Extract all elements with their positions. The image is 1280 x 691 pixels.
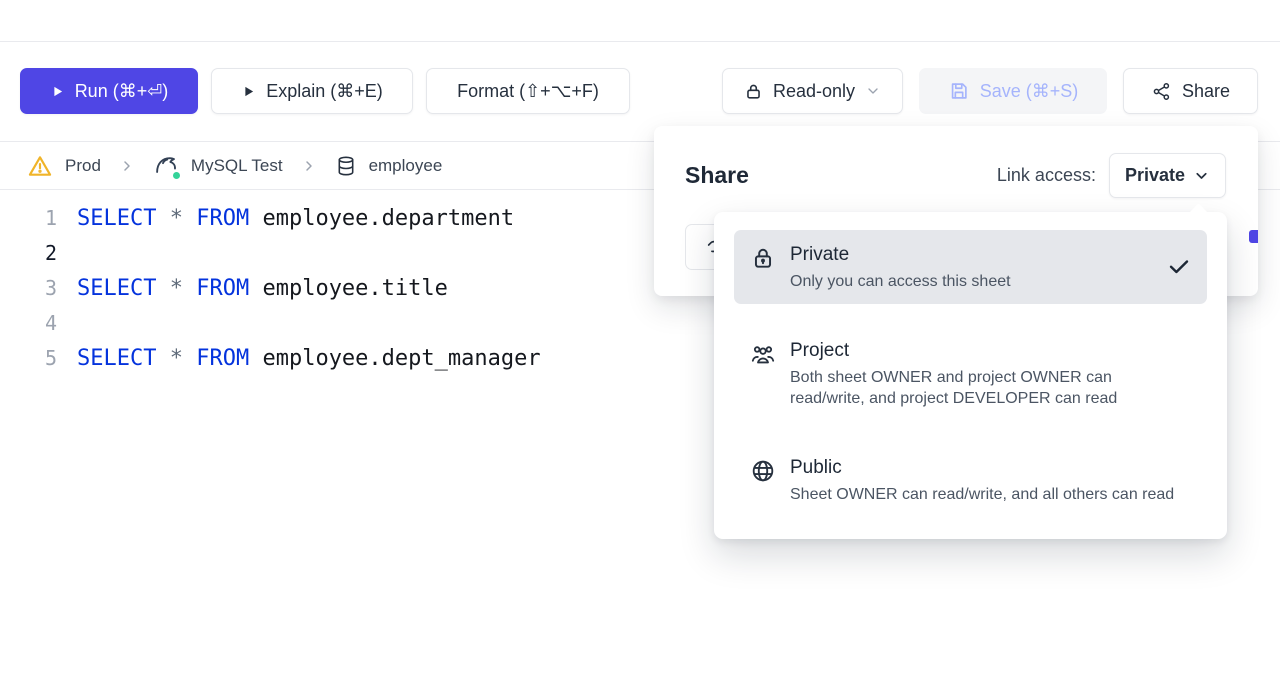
chevron-right-icon (119, 158, 135, 174)
access-option-public[interactable]: Public Sheet OWNER can read/write, and al… (734, 443, 1207, 517)
lock-icon (744, 82, 763, 101)
option-title: Public (790, 455, 1174, 480)
share-popover-title: Share (685, 162, 749, 189)
run-button-label: Run (⌘+⏎) (75, 81, 169, 102)
save-button-label: Save (⌘+S) (980, 81, 1079, 102)
line-number: 5 (0, 341, 57, 376)
environment-label: Prod (65, 156, 101, 176)
menu-options: Private Only you can access this sheet Pro… (734, 230, 1207, 517)
code-text: SELECT * FROM employee.department (77, 201, 514, 236)
toolbar-left-group: Run (⌘+⏎) Explain (⌘+E) Format (⇧+⌥+F) (20, 68, 630, 114)
line-number: 4 (0, 306, 57, 341)
breadcrumb-environment[interactable]: Prod (27, 153, 101, 179)
breadcrumb-instance[interactable]: MySQL Test (153, 153, 283, 179)
lock-icon (750, 245, 776, 271)
window-top-strip (0, 0, 1280, 42)
code-text: SELECT * FROM employee.title (77, 271, 448, 306)
link-access-value: Private (1125, 165, 1185, 186)
option-description: Only you can access this sheet (790, 271, 1011, 292)
toolbar-right-group: Read-only Save (⌘+S) Share (722, 68, 1258, 114)
breadcrumb-database[interactable]: employee (335, 155, 443, 177)
share-popover-header: Share Link access: Private (654, 126, 1258, 198)
link-access-label: Link access: (997, 165, 1096, 186)
instance-label: MySQL Test (191, 156, 283, 176)
option-description: Sheet OWNER can read/write, and all othe… (790, 484, 1174, 505)
readonly-label: Read-only (773, 81, 855, 102)
format-button-label: Format (⇧+⌥+F) (457, 81, 599, 102)
mysql-icon (153, 153, 179, 179)
option-body: Private Only you can access this sheet (790, 242, 1011, 292)
share-button[interactable]: Share (1123, 68, 1258, 114)
option-title: Private (790, 242, 1011, 267)
chevron-down-icon (1193, 167, 1210, 184)
option-body: Public Sheet OWNER can read/write, and al… (790, 455, 1174, 505)
explain-button[interactable]: Explain (⌘+E) (211, 68, 413, 114)
users-icon (750, 341, 776, 367)
share-nodes-icon (1151, 81, 1172, 102)
readonly-mode-dropdown[interactable]: Read-only (722, 68, 903, 114)
link-access-menu: Private Only you can access this sheet Pro… (714, 212, 1227, 539)
copy-button-edge[interactable] (1249, 230, 1258, 243)
warning-triangle-icon (27, 153, 53, 179)
option-title: Project (790, 338, 1175, 363)
option-description: Both sheet OWNER and project OWNER can r… (790, 367, 1175, 409)
database-icon (335, 155, 357, 177)
format-button[interactable]: Format (⇧+⌥+F) (426, 68, 630, 114)
connection-status-dot (171, 170, 182, 181)
save-icon (948, 80, 970, 102)
chevron-right-icon (301, 158, 317, 174)
chevron-down-icon (865, 83, 881, 99)
database-label: employee (369, 156, 443, 176)
play-icon (50, 84, 65, 99)
access-option-private[interactable]: Private Only you can access this sheet (734, 230, 1207, 304)
link-access-dropdown[interactable]: Private (1109, 153, 1226, 198)
globe-icon (750, 458, 776, 484)
access-option-project[interactable]: Project Both sheet OWNER and project OWNE… (734, 326, 1207, 421)
run-button[interactable]: Run (⌘+⏎) (20, 68, 198, 114)
check-icon (1167, 255, 1191, 279)
line-number: 3 (0, 271, 57, 306)
save-button[interactable]: Save (⌘+S) (919, 68, 1107, 114)
line-number: 2 (0, 236, 57, 271)
option-body: Project Both sheet OWNER and project OWNE… (790, 338, 1175, 409)
play-icon (241, 84, 256, 99)
explain-button-label: Explain (⌘+E) (266, 81, 383, 102)
code-text: SELECT * FROM employee.dept_manager (77, 341, 541, 376)
line-number: 1 (0, 201, 57, 236)
share-button-label: Share (1182, 81, 1230, 102)
